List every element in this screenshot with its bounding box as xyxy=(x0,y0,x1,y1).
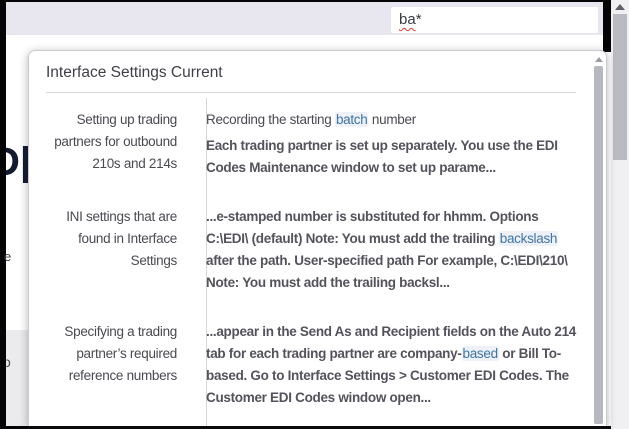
search-input[interactable]: ba* xyxy=(391,7,598,33)
result-snippet: ...e-stamped number is substituted for h… xyxy=(193,205,606,294)
result-snippet-text: Each trading partner is set up separatel… xyxy=(206,135,578,179)
result-topic-title[interactable]: INI settings that are found in Interface… xyxy=(29,205,193,294)
popup-title: Interface Settings Current xyxy=(29,51,606,92)
results-list: Setting up trading partners for outbound… xyxy=(29,93,606,426)
search-result-row[interactable]: Specifying a trading partner’s required … xyxy=(29,316,606,426)
background-text-fragment-e: e xyxy=(4,249,14,265)
search-result-row[interactable]: INI settings that are found in Interface… xyxy=(29,201,606,316)
search-result-row[interactable]: Setting up trading partners for outbound… xyxy=(29,104,606,201)
popup-scrollbar-thumb[interactable] xyxy=(594,66,603,424)
top-right-dark-block xyxy=(603,0,611,52)
result-snippet-heading: Recording the starting batch number xyxy=(206,109,578,131)
page-scrollbar[interactable] xyxy=(611,0,629,429)
result-snippet-text: ...appear in the Send As and Recipient f… xyxy=(206,321,578,409)
background-text-fragment-large: D| xyxy=(6,141,28,183)
search-results-popup: Interface Settings Current Setting up tr… xyxy=(28,50,607,426)
scroll-up-arrow-icon[interactable] xyxy=(615,4,625,10)
result-topic-title[interactable]: Setting up trading partners for outbound… xyxy=(29,108,193,179)
page-scrollbar-thumb[interactable] xyxy=(613,14,627,160)
popup-scroll-up-arrow-icon[interactable] xyxy=(595,57,603,62)
result-snippet-text: ...e-stamped number is substituted for h… xyxy=(206,206,578,294)
result-snippet: Recording the starting batch number Each… xyxy=(193,108,606,179)
result-snippet: ...appear in the Send As and Recipient f… xyxy=(193,320,606,409)
background-gray-panel-fragment: o xyxy=(6,330,29,426)
result-topic-title[interactable]: Specifying a trading partner’s required … xyxy=(29,320,193,409)
popup-scrollbar[interactable] xyxy=(594,54,603,426)
